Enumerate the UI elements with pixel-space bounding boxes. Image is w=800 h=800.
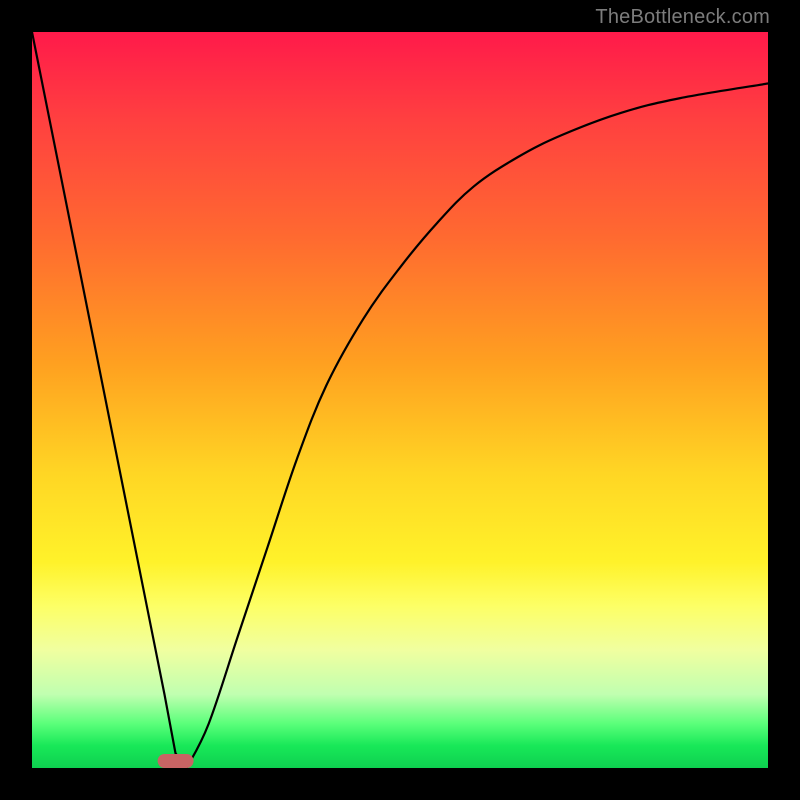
chart-frame: TheBottleneck.com xyxy=(0,0,800,800)
watermark-text: TheBottleneck.com xyxy=(595,6,770,29)
bottleneck-curve xyxy=(32,32,768,768)
optimal-marker xyxy=(157,754,194,768)
plot-area xyxy=(32,32,768,768)
